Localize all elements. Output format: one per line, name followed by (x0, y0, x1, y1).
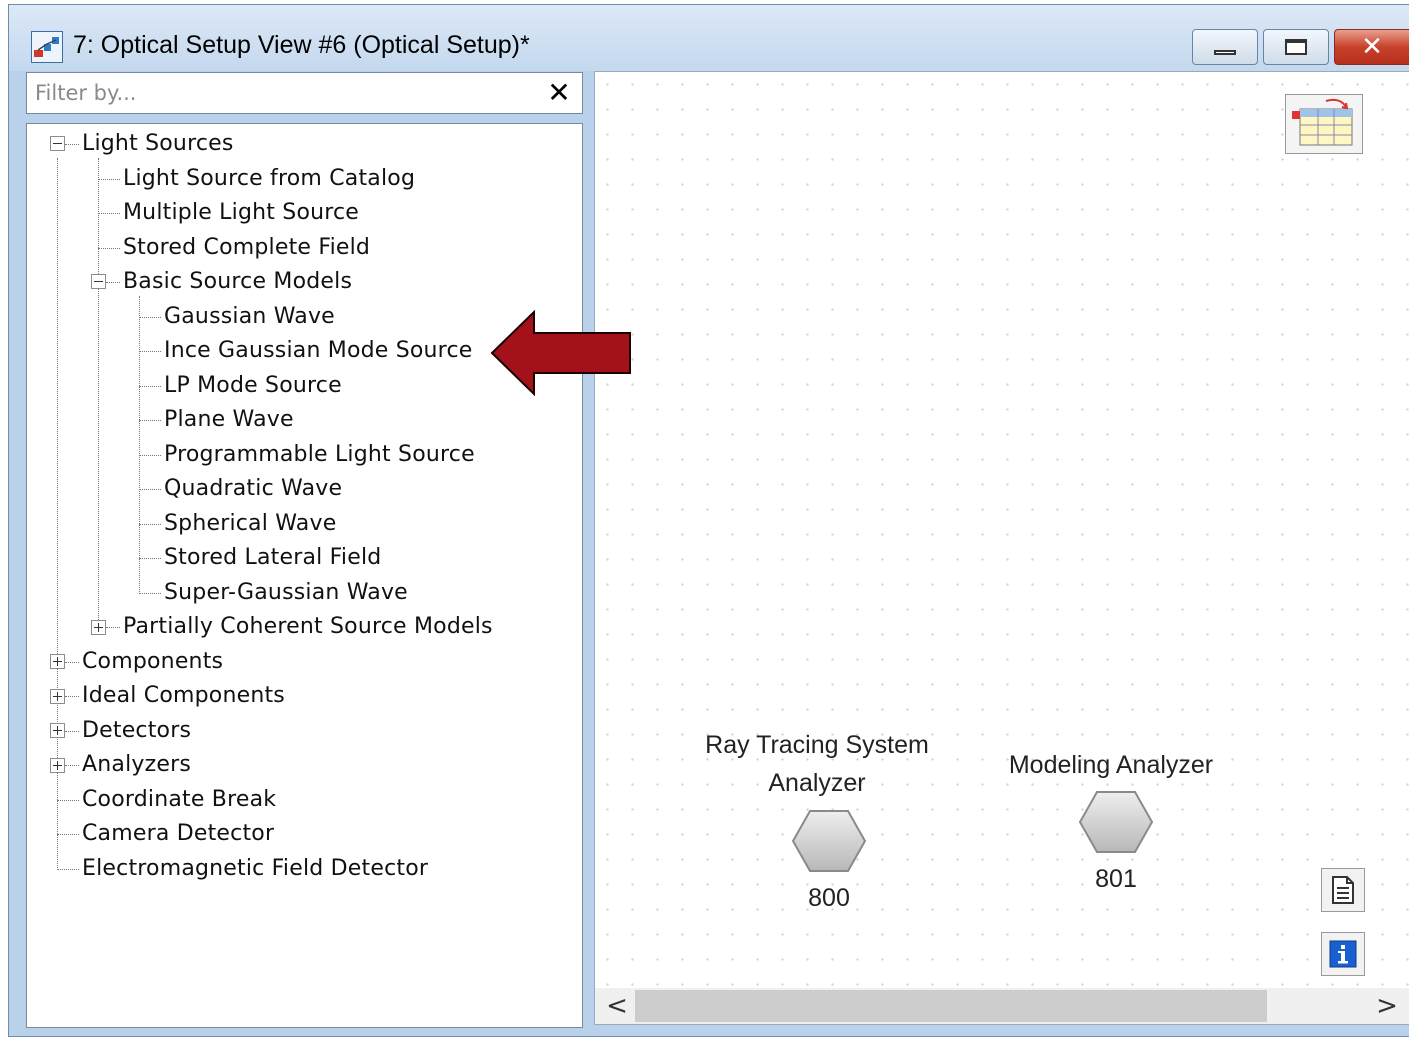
palette-table-icon[interactable] (1285, 94, 1363, 154)
tree-item-electromagnetic-field-detector[interactable]: Electromagnetic Field Detector (82, 852, 428, 886)
tree-item-ince-gaussian-mode-source[interactable]: Ince Gaussian Mode Source (164, 334, 472, 368)
scroll-right-button[interactable]: > (1369, 988, 1405, 1024)
node-800-label: Ray Tracing System Analyzer (687, 726, 947, 802)
tree-guide (98, 179, 120, 180)
tree-item-light-source-from-catalog[interactable]: Light Source from Catalog (123, 162, 415, 196)
optical-setup-window: 7: Optical Setup View #6 (Optical Setup)… (8, 4, 1409, 1037)
optical-setup-icon (31, 31, 63, 63)
tree-guide (57, 834, 79, 835)
tree-guide (98, 158, 99, 628)
horizontal-scrollbar[interactable]: < > (595, 988, 1409, 1024)
tree-guide (139, 524, 161, 525)
tree-item-detectors[interactable]: Detectors (82, 714, 191, 748)
tree-item-lp-mode-source[interactable]: LP Mode Source (164, 369, 342, 403)
tree-item-partially-coherent-source-models[interactable]: Partially Coherent Source Models (123, 610, 493, 644)
node-800-id: 800 (808, 884, 850, 912)
tree-guide (98, 213, 120, 214)
collapse-light-sources-toggle[interactable] (50, 136, 65, 151)
filter-input[interactable] (27, 73, 543, 113)
tree-item-plane-wave[interactable]: Plane Wave (164, 403, 294, 437)
clear-filter-icon[interactable]: ✕ (542, 75, 576, 111)
tree-item-super-gaussian-wave[interactable]: Super-Gaussian Wave (164, 576, 408, 610)
node-800-label-line2: Analyzer (768, 769, 866, 797)
node-800-hexagon[interactable] (791, 809, 867, 873)
node-801-label: Modeling Analyzer (1008, 751, 1214, 779)
expand-ideal-components-toggle[interactable] (50, 689, 65, 704)
node-800-label-line1: Ray Tracing System (705, 731, 929, 759)
expand-detectors-toggle[interactable] (50, 723, 65, 738)
tree-guide (139, 351, 161, 352)
catalog-tree[interactable]: Light Sources Light Source from Catalog … (26, 123, 583, 1028)
optical-setup-canvas[interactable]: Ray Tracing System Analyzer 800 Modeling… (594, 71, 1409, 1025)
expand-components-toggle[interactable] (50, 654, 65, 669)
expand-analyzers-toggle[interactable] (50, 758, 65, 773)
title-bar[interactable]: 7: Optical Setup View #6 (Optical Setup)… (9, 5, 1409, 71)
close-icon: ✕ (1361, 32, 1383, 62)
document-button[interactable] (1321, 868, 1365, 912)
tree-guide (139, 489, 161, 490)
maximize-button[interactable] (1263, 29, 1329, 65)
tree-guide (57, 869, 79, 870)
node-801-id: 801 (1095, 865, 1137, 893)
scroll-left-button[interactable]: < (599, 988, 635, 1024)
tree-guide (98, 248, 120, 249)
node-801-hexagon[interactable] (1078, 790, 1154, 854)
tree-item-ideal-components[interactable]: Ideal Components (82, 679, 285, 713)
scroll-thumb[interactable] (635, 990, 1267, 1022)
tree-guide (106, 282, 120, 283)
tree-item-programmable-light-source[interactable]: Programmable Light Source (164, 438, 475, 472)
tree-guide (139, 317, 161, 318)
tree-item-multiple-light-source[interactable]: Multiple Light Source (123, 196, 359, 230)
tree-guide (65, 662, 79, 663)
info-button[interactable] (1321, 932, 1365, 976)
tree-guide (139, 296, 140, 594)
tree-item-stored-complete-field[interactable]: Stored Complete Field (123, 231, 370, 265)
tree-item-gaussian-wave[interactable]: Gaussian Wave (164, 300, 335, 334)
filter-box: ✕ (26, 72, 583, 114)
tree-item-camera-detector[interactable]: Camera Detector (82, 817, 274, 851)
collapse-basic-source-models-toggle[interactable] (91, 274, 106, 289)
maximize-icon (1285, 39, 1307, 55)
tree-item-components[interactable]: Components (82, 645, 223, 679)
tree-item-coordinate-break[interactable]: Coordinate Break (82, 783, 276, 817)
tree-guide (139, 455, 161, 456)
expand-partially-coherent-toggle[interactable] (91, 620, 106, 635)
tree-guide (139, 558, 161, 559)
tree-guide (57, 800, 79, 801)
tree-item-stored-lateral-field[interactable]: Stored Lateral Field (164, 541, 381, 575)
red-arrow-icon (490, 310, 631, 396)
tree-item-spherical-wave[interactable]: Spherical Wave (164, 507, 336, 541)
close-button[interactable]: ✕ (1334, 29, 1409, 65)
tree-guide (65, 731, 79, 732)
tree-guide (65, 765, 79, 766)
tree-guide (65, 144, 79, 145)
tree-guide (139, 593, 161, 594)
tree-item-basic-source-models[interactable]: Basic Source Models (123, 265, 352, 299)
minimize-icon (1214, 49, 1236, 55)
tree-item-light-sources[interactable]: Light Sources (82, 127, 234, 161)
tree-item-quadratic-wave[interactable]: Quadratic Wave (164, 472, 342, 506)
document-icon (1332, 876, 1354, 904)
tree-guide (65, 696, 79, 697)
tree-guide (139, 420, 161, 421)
tree-item-analyzers[interactable]: Analyzers (82, 748, 191, 782)
tree-guide (106, 627, 120, 628)
info-icon (1329, 940, 1357, 968)
tree-guide (139, 386, 161, 387)
window-title: 7: Optical Setup View #6 (Optical Setup)… (73, 31, 530, 59)
minimize-button[interactable] (1192, 29, 1258, 65)
